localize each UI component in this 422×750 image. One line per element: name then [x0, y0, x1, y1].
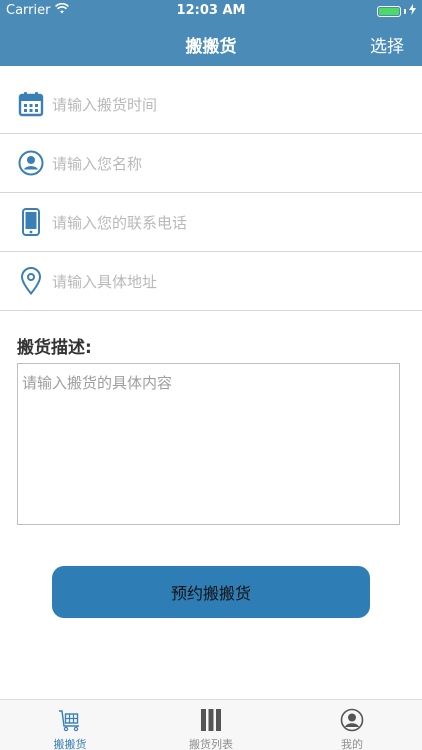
time-input[interactable]: 请输入搬货时间 — [52, 94, 157, 115]
top-bar: Carrier 12:03 AM 搬搬货 选择 — [0, 0, 422, 66]
tab-moving[interactable]: 搬搬货 — [0, 700, 140, 750]
tab-moving-label: 搬搬货 — [53, 738, 87, 750]
book-button[interactable]: 预约搬搬货 — [52, 566, 370, 618]
list-bars-icon — [199, 708, 223, 732]
page-title: 搬搬货 — [185, 37, 237, 57]
cart-icon — [58, 708, 82, 732]
name-field-row[interactable]: 请输入您名称 — [0, 134, 422, 193]
location-pin-icon — [16, 266, 46, 296]
profile-icon — [340, 708, 364, 732]
tab-profile[interactable]: 我的 — [282, 700, 422, 750]
tab-bar: 搬搬货 搬货列表 我的 — [0, 699, 422, 750]
description-textarea[interactable]: 请输入搬货的具体内容 — [17, 363, 400, 525]
select-button[interactable]: 选择 — [370, 32, 404, 57]
phone-icon — [16, 207, 46, 237]
tab-list-label: 搬货列表 — [189, 738, 233, 750]
phone-field-row[interactable]: 请输入您的联系电话 — [0, 193, 422, 252]
calendar-icon — [16, 89, 46, 119]
user-icon — [16, 148, 46, 178]
address-field-row[interactable]: 请输入具体地址 — [0, 252, 422, 311]
nav-bar: 搬搬货 选择 — [0, 22, 422, 66]
tab-list[interactable]: 搬货列表 — [141, 700, 281, 750]
time-field-row[interactable]: 请输入搬货时间 — [0, 75, 422, 134]
name-input[interactable]: 请输入您名称 — [52, 153, 142, 174]
battery-icon — [377, 6, 401, 17]
description-label: 搬货描述: — [17, 338, 92, 358]
charging-icon — [409, 4, 416, 19]
phone-input[interactable]: 请输入您的联系电话 — [52, 212, 187, 233]
tab-profile-label: 我的 — [341, 738, 363, 750]
status-time: 12:03 AM — [176, 3, 246, 18]
status-bar: Carrier 12:03 AM — [0, 0, 422, 22]
address-input[interactable]: 请输入具体地址 — [52, 271, 157, 292]
